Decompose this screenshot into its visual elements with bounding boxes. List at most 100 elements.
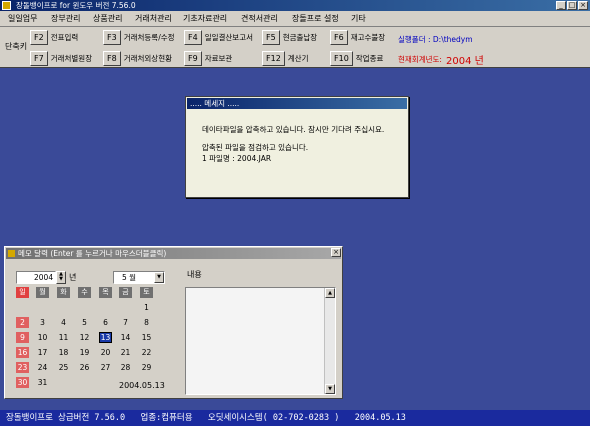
title-bar: 장돌뱅이프로 for 윈도우 버전 7.56.0 _ □ ×: [0, 0, 590, 11]
minimize-button[interactable]: _: [556, 1, 566, 10]
exec-folder-text: 실행폴더 : D:\thedym: [398, 35, 473, 44]
f7-customer-ledger-button[interactable]: F7 거래처별원장: [30, 51, 92, 66]
calendar-day[interactable]: 21: [119, 347, 132, 358]
scroll-down-icon[interactable]: ▼: [325, 384, 335, 394]
calendar-day[interactable]: 19: [78, 347, 91, 358]
calendar-day[interactable]: 26: [78, 362, 91, 373]
weekday-header: 목: [99, 287, 112, 298]
year-unit: 년: [69, 273, 77, 282]
dialog-line-checking: 압축된 파일을 점검하고 있습니다.: [202, 143, 309, 152]
calendar-day[interactable]: 25: [57, 362, 70, 373]
calendar-day[interactable]: 27: [99, 362, 112, 373]
weekday-header: 화: [57, 287, 70, 298]
dialog-title: ..... 메세지 .....: [187, 98, 407, 109]
f12-calculator-button[interactable]: F12 계산기: [262, 51, 308, 66]
f7-label: 거래처별원장: [50, 54, 93, 63]
close-button[interactable]: ×: [578, 1, 588, 10]
weekday-header: 월: [36, 287, 49, 298]
memo-window-icon: [8, 250, 15, 257]
window-title: 장돌뱅이프로 for 윈도우 버전 7.56.0: [16, 1, 136, 10]
menu-product[interactable]: 상품관리: [93, 11, 122, 27]
f2-voucher-button[interactable]: F2 전표입력: [30, 30, 78, 45]
f3-label: 거래처등록/수정: [123, 33, 175, 42]
menu-base-data[interactable]: 기초자료관리: [183, 11, 227, 27]
calendar-day[interactable]: 18: [57, 347, 70, 358]
maximize-button[interactable]: □: [567, 1, 577, 10]
year-input[interactable]: 2004: [16, 271, 56, 284]
calendar-day[interactable]: 4: [57, 317, 70, 328]
calendar-day[interactable]: 31: [36, 377, 49, 388]
f2-label: 전표입력: [50, 33, 79, 42]
calendar-day[interactable]: 9: [16, 332, 29, 343]
memo-calendar-window: 메모 달력 (Enter 를 누르거나 마우스더블클릭) × 2004 ▲ ▼ 년…: [4, 246, 343, 399]
f10-key: F10: [330, 51, 353, 66]
memo-textarea[interactable]: ▲ ▼: [185, 287, 336, 395]
f3-customer-register-button[interactable]: F3 거래처등록/수정: [103, 30, 175, 45]
f5-key: F5: [262, 30, 280, 45]
weekday-header: 토: [140, 287, 153, 298]
f6-inventory-button[interactable]: F6 재고수불장: [330, 30, 385, 45]
calendar-day[interactable]: 10: [36, 332, 49, 343]
menu-etc[interactable]: 기타: [351, 11, 366, 27]
calendar-day[interactable]: 29: [140, 362, 153, 373]
memo-title: 메모 달력 (Enter 를 누르거나 마우스더블클릭): [18, 249, 167, 258]
month-select[interactable]: 5 월 ▼: [113, 271, 165, 284]
calendar-day[interactable]: 17: [36, 347, 49, 358]
calendar-day[interactable]: 28: [119, 362, 132, 373]
weekday-header: 수: [78, 287, 91, 298]
app-icon: [2, 1, 11, 10]
menu-daily-work[interactable]: 일일업무: [8, 11, 37, 27]
shortcut-toolbar: 단축키 F2 전표입력 F3 거래처등록/수정 F4 일일결산보고서 F5 현금출납장 …: [0, 27, 590, 68]
f10-exit-button[interactable]: F10 작업종료: [330, 51, 383, 66]
status-bar: 장돌뱅이프로 상급버전 7.56.0 업종:컴퓨터용 오딧세이시스템( 02-7…: [0, 410, 590, 426]
f4-key: F4: [184, 30, 202, 45]
selected-date: 2004.05.13: [119, 381, 165, 390]
f9-backup-button[interactable]: F9 자료보관: [184, 51, 232, 66]
calendar-day[interactable]: 1: [140, 302, 153, 313]
content-label: 내용: [187, 270, 202, 279]
calendar-grid: 일 월 화 수 목 금 토 1 2 3 4 5 6 7 8 9 10 11 12 13 14 15 16 17 18 19 20 21…: [16, 287, 166, 395]
memo-close-button[interactable]: ×: [331, 248, 341, 257]
weekday-header: 일: [16, 287, 29, 298]
menu-customer[interactable]: 거래처관리: [135, 11, 172, 27]
calendar-day[interactable]: 6: [99, 317, 112, 328]
f6-key: F6: [330, 30, 348, 45]
calendar-day[interactable]: 12: [78, 332, 91, 343]
f9-label: 자료보관: [204, 54, 233, 63]
calendar-day[interactable]: 5: [78, 317, 91, 328]
shortcut-label: 단축키: [5, 42, 28, 51]
f12-key: F12: [262, 51, 285, 66]
calendar-day[interactable]: 22: [140, 347, 153, 358]
calendar-day[interactable]: 7: [119, 317, 132, 328]
f9-key: F9: [184, 51, 202, 66]
menu-settings[interactable]: 장돌프로 설정: [292, 11, 339, 27]
calendar-day[interactable]: 8: [140, 317, 153, 328]
f8-receivables-button[interactable]: F8 거래처외상현황: [103, 51, 172, 66]
calendar-day[interactable]: 30: [16, 377, 29, 388]
calendar-day[interactable]: 23: [16, 362, 29, 373]
dialog-line-filename: 1 파일명 : 2004.JAR: [202, 154, 272, 163]
calendar-day[interactable]: 14: [119, 332, 132, 343]
menu-estimate[interactable]: 견적서관리: [241, 11, 278, 27]
chevron-down-icon[interactable]: ▼: [154, 272, 164, 283]
memo-scrollbar[interactable]: ▲ ▼: [324, 288, 335, 394]
scroll-up-icon[interactable]: ▲: [325, 288, 335, 298]
calendar-day[interactable]: 3: [36, 317, 49, 328]
menu-bar: 일일업무 장부관리 상품관리 거래처관리 기초자료관리 견적서관리 장돌프로 설…: [0, 11, 590, 27]
calendar-day[interactable]: 2: [16, 317, 29, 328]
calendar-day-selected[interactable]: 13: [99, 332, 112, 343]
calendar-day[interactable]: 11: [57, 332, 70, 343]
f10-label: 작업종료: [355, 54, 384, 63]
year-spinner[interactable]: ▲ ▼: [56, 271, 66, 284]
f5-cashbook-button[interactable]: F5 현금출납장: [262, 30, 317, 45]
calendar-day[interactable]: 16: [16, 347, 29, 358]
fiscal-year-label: 현재회계년도:: [398, 55, 442, 64]
f4-label: 일일결산보고서: [204, 33, 254, 42]
calendar-day[interactable]: 24: [36, 362, 49, 373]
menu-ledger[interactable]: 장부관리: [51, 11, 80, 27]
calendar-day[interactable]: 20: [99, 347, 112, 358]
calendar-day[interactable]: 15: [140, 332, 153, 343]
f8-label: 거래처외상현황: [123, 54, 173, 63]
weekday-header: 금: [119, 287, 132, 298]
f4-daily-report-button[interactable]: F4 일일결산보고서: [184, 30, 253, 45]
